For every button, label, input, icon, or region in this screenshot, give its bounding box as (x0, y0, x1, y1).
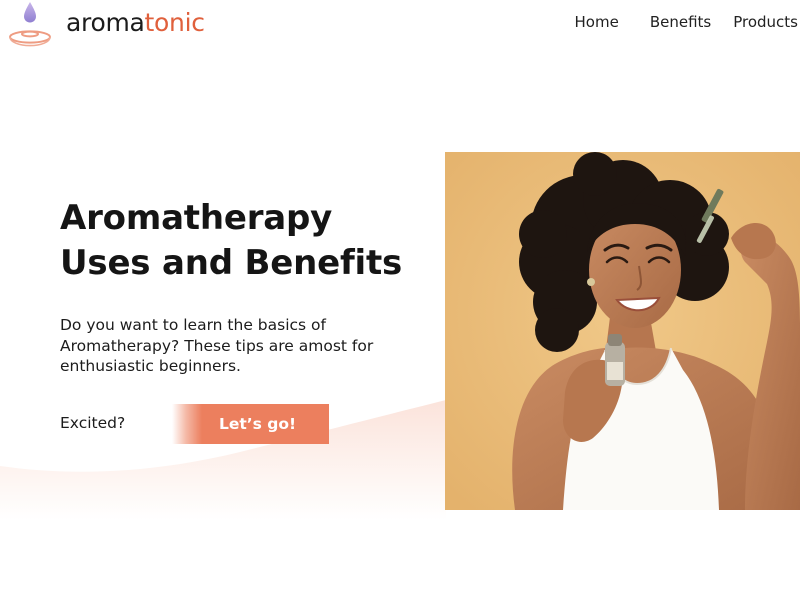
brand-name-part-aroma: aroma (66, 7, 145, 37)
hero-description: Do you want to learn the basics of Aroma… (60, 316, 374, 375)
brand-logo[interactable]: aromatonic (4, 0, 205, 48)
nav-products[interactable]: Products (733, 11, 798, 33)
hero-photo (445, 152, 800, 510)
hero-title-line-1: Aromatherapy (60, 198, 333, 238)
main-nav: Home Benefits Products (575, 11, 798, 33)
lets-go-button[interactable]: Let’s go! (172, 404, 329, 444)
nav-benefits[interactable]: Benefits (650, 11, 711, 33)
hero-title: Aromatherapy Uses and Benefits (60, 196, 420, 286)
brand-name: aromatonic (66, 10, 205, 35)
woman-with-oil-dropper-illustration (445, 152, 800, 510)
essential-oil-drop-icon (9, 2, 51, 47)
hero-title-line-2: Uses and Benefits (60, 243, 403, 283)
brand-name-part-tonic: tonic (144, 7, 205, 37)
lets-go-button-label: Let’s go! (218, 415, 297, 433)
cta-prompt: Excited? (60, 414, 126, 432)
nav-home[interactable]: Home (575, 11, 619, 33)
